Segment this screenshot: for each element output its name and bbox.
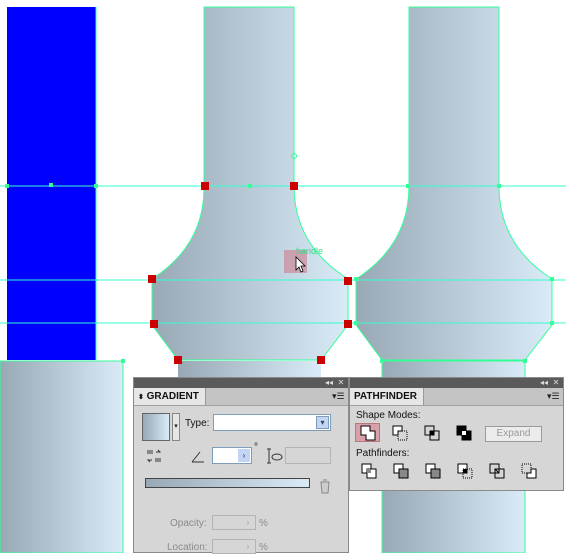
aspect-ratio-icon [267, 448, 283, 464]
pathfinder-panel: ◂◂ ✕ PATHFINDER ▾☰ Shape Modes: Expand P… [349, 377, 564, 491]
collapse-panel-icon[interactable]: ◂◂ [539, 378, 549, 388]
delete-stop-icon[interactable] [317, 478, 333, 494]
unite-icon [360, 425, 376, 441]
gradient-swatch[interactable] [142, 413, 170, 441]
anchor-point[interactable] [344, 277, 352, 285]
intersect-icon[interactable] [424, 425, 440, 441]
opacity-input[interactable]: › [212, 515, 256, 530]
tab-gradient[interactable]: ⬍ GRADIENT [134, 388, 206, 405]
gradient-rectangle-left[interactable] [0, 360, 124, 553]
anchor-point[interactable] [148, 275, 156, 283]
exclude-icon[interactable] [456, 425, 472, 441]
close-panel-icon[interactable]: ✕ [336, 378, 346, 388]
pathfinder-tab-row: PATHFINDER ▾☰ [350, 388, 563, 406]
reverse-gradient-icon[interactable] [146, 448, 162, 464]
swatch-dropdown-arrow-icon[interactable]: ▾ [172, 413, 180, 441]
smart-guide-label: handle [296, 246, 323, 256]
anchor-point[interactable] [201, 182, 209, 190]
angle-arrow-icon[interactable]: › [238, 449, 250, 462]
expand-button[interactable]: Expand [485, 426, 542, 442]
pathfinders-label: Pathfinders: [356, 448, 410, 459]
panel-menu-icon[interactable]: ▾☰ [332, 391, 345, 401]
minus-back-icon[interactable] [521, 463, 537, 479]
vase-shape-right[interactable] [355, 6, 553, 361]
tab-pathfinder[interactable]: PATHFINDER [350, 388, 424, 405]
gradient-panel: ◂◂ ✕ ⬍ GRADIENT ▾☰ ▾ Type: ▾ › ° Opacity… [133, 377, 349, 554]
dropdown-arrow-icon: ▾ [316, 416, 329, 429]
gradient-slider[interactable] [145, 478, 310, 488]
anchor-point[interactable] [344, 320, 352, 328]
panel-title-bar[interactable]: ◂◂ ✕ [350, 378, 563, 388]
anchor-point[interactable] [317, 356, 325, 364]
location-unit: % [259, 542, 268, 553]
type-select[interactable]: ▾ [213, 414, 331, 431]
location-arrow-icon[interactable]: › [242, 541, 254, 552]
opacity-unit: % [259, 518, 268, 529]
location-input[interactable]: › [212, 539, 256, 554]
outline-icon[interactable] [489, 463, 505, 479]
unite-button[interactable] [355, 423, 380, 442]
collapse-panel-icon[interactable]: ◂◂ [324, 378, 334, 388]
opacity-arrow-icon[interactable]: › [242, 517, 254, 528]
degree-symbol: ° [254, 442, 258, 453]
minus-front-icon[interactable] [392, 425, 408, 441]
anchor-point[interactable] [150, 320, 158, 328]
type-label: Type: [185, 418, 210, 429]
angle-input[interactable]: › [212, 447, 252, 464]
divide-icon[interactable] [361, 463, 377, 479]
angle-icon [191, 451, 204, 463]
vase-shape-selected[interactable] [151, 6, 349, 361]
aspect-ratio-input[interactable] [285, 447, 331, 464]
shape-modes-label: Shape Modes: [356, 410, 421, 421]
panel-menu-icon[interactable]: ▾☰ [547, 391, 560, 401]
panel-title-bar[interactable]: ◂◂ ✕ [134, 378, 348, 388]
crop-icon[interactable] [457, 463, 473, 479]
location-label: Location: [167, 542, 208, 553]
close-panel-icon[interactable]: ✕ [551, 378, 561, 388]
opacity-label: Opacity: [170, 518, 207, 529]
gradient-tab-row: ⬍ GRADIENT ▾☰ [134, 388, 348, 406]
tab-updown-icon: ⬍ [138, 394, 144, 401]
merge-icon[interactable] [425, 463, 441, 479]
anchor-point[interactable] [174, 356, 182, 364]
trim-icon[interactable] [393, 463, 409, 479]
anchor-point[interactable] [290, 182, 298, 190]
